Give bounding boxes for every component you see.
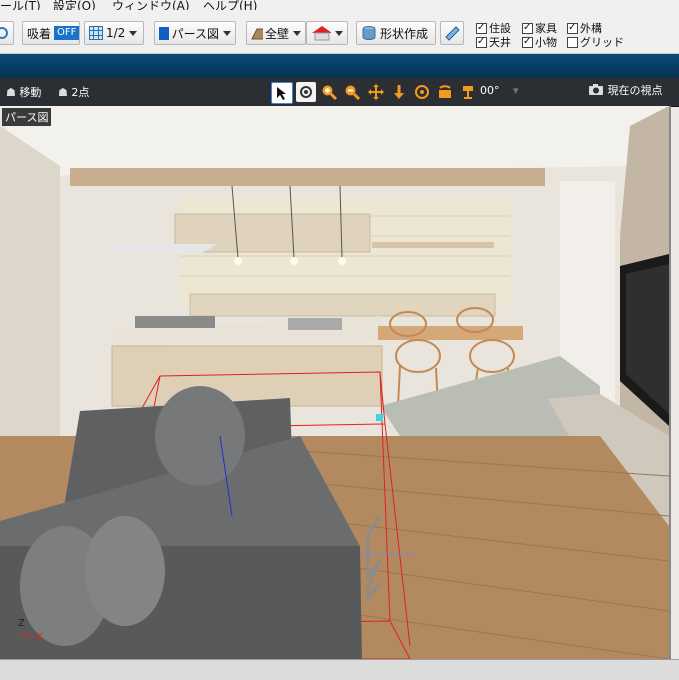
axis-x-label: X bbox=[36, 632, 43, 643]
grid-scale-dropdown[interactable]: 1/2 bbox=[84, 21, 144, 45]
view-toolbar: ☗ 移動 ☗ 2点 現在の視点 bbox=[0, 78, 679, 107]
camera-icon bbox=[589, 84, 603, 95]
measure-button[interactable] bbox=[440, 21, 464, 45]
check-label: グリッド bbox=[580, 36, 624, 49]
tilt-icon[interactable] bbox=[458, 82, 478, 102]
snap-state-badge: OFF bbox=[54, 26, 80, 40]
walker-icon: ☗ bbox=[6, 86, 16, 99]
check-accessories[interactable]: 小物 bbox=[522, 34, 557, 50]
snap-toggle-button[interactable]: 吸着 OFF bbox=[22, 21, 80, 45]
fit-view-icon[interactable] bbox=[296, 82, 316, 102]
menu-item-tools[interactable]: ール(T) bbox=[0, 0, 41, 10]
create-shape-label: 形状作成 bbox=[380, 26, 429, 41]
tilt-angle-value: 00° bbox=[480, 84, 500, 97]
ruler-icon bbox=[445, 26, 460, 41]
checkbox-icon bbox=[476, 36, 487, 48]
two-point-button[interactable]: ☗ 2点 bbox=[58, 84, 89, 100]
checkbox-icon bbox=[522, 36, 533, 48]
wall-display-dropdown[interactable]: 全壁 bbox=[246, 21, 306, 45]
view-color-icon bbox=[159, 26, 169, 40]
check-ceiling[interactable]: 天井 bbox=[476, 34, 511, 50]
create-shape-button[interactable]: 形状作成 bbox=[356, 21, 436, 45]
pan-icon[interactable] bbox=[366, 82, 386, 102]
checkbox-icon bbox=[522, 22, 533, 34]
wall-display-label: 全壁 bbox=[264, 26, 289, 41]
grid-icon bbox=[89, 26, 103, 40]
perspective-viewport[interactable]: Z X パース図 bbox=[0, 106, 671, 659]
view-mode-label: パース図 bbox=[171, 26, 219, 41]
camera-label: 現在の視点 bbox=[607, 84, 663, 97]
menu-item-help[interactable]: ヘルプ(H) bbox=[203, 0, 257, 10]
roof-dropdown[interactable] bbox=[306, 21, 348, 45]
check-label: 天井 bbox=[489, 36, 511, 49]
walk-down-icon[interactable] bbox=[389, 82, 409, 102]
two-point-label: 2点 bbox=[71, 86, 90, 99]
current-view-button[interactable]: 現在の視点 bbox=[588, 82, 663, 98]
status-bar bbox=[0, 659, 679, 680]
check-grid[interactable]: グリッド bbox=[567, 34, 624, 50]
chevron-down-icon bbox=[223, 30, 231, 36]
menu-bar: ール(T) 設定(O) ウィンドウ(A) ヘルプ(H) bbox=[0, 0, 679, 10]
view-mode-dropdown[interactable]: パース図 bbox=[154, 21, 236, 45]
room-render: Z X bbox=[0, 106, 669, 659]
wall-icon bbox=[251, 28, 263, 40]
axis-z-label: Z bbox=[18, 618, 25, 629]
refresh-icon bbox=[0, 27, 8, 39]
chevron-down-icon bbox=[293, 30, 301, 36]
snap-label: 吸着 bbox=[27, 26, 52, 41]
checkbox-icon bbox=[476, 22, 487, 34]
menu-item-settings[interactable]: 設定(O) bbox=[53, 0, 96, 10]
checkbox-icon bbox=[567, 22, 578, 34]
check-label: 小物 bbox=[535, 36, 557, 49]
two-point-icon: ☗ bbox=[58, 86, 68, 99]
zoom-out-icon[interactable] bbox=[342, 82, 362, 102]
back-button[interactable] bbox=[0, 21, 14, 45]
move-button[interactable]: ☗ 移動 bbox=[6, 84, 41, 100]
move-label: 移動 bbox=[19, 86, 42, 99]
view-title-strip bbox=[0, 54, 679, 78]
chevron-down-icon: ▾ bbox=[513, 84, 519, 97]
zoom-in-icon[interactable] bbox=[319, 82, 339, 102]
menu-item-window[interactable]: ウィンドウ(A) bbox=[112, 0, 190, 10]
chevron-down-icon bbox=[129, 30, 138, 36]
orbit-icon[interactable] bbox=[412, 82, 432, 102]
roof-icon bbox=[312, 26, 331, 41]
tilt-angle-field[interactable]: 00° ▾ bbox=[480, 84, 519, 97]
main-toolbar: 吸着 OFF 1/2 パース図 全壁 形状作成 ✓ 住設 ✓ 家具 ✓ 外構 ✓… bbox=[0, 10, 679, 54]
checkbox-icon bbox=[567, 36, 578, 48]
view-type-tag: パース図 bbox=[2, 108, 52, 126]
cylinder-icon bbox=[362, 26, 376, 40]
grid-scale-label: 1/2 bbox=[106, 26, 126, 40]
camera-rotate-icon[interactable] bbox=[435, 82, 455, 102]
select-arrow-icon[interactable] bbox=[271, 82, 293, 104]
chevron-down-icon bbox=[335, 30, 343, 36]
